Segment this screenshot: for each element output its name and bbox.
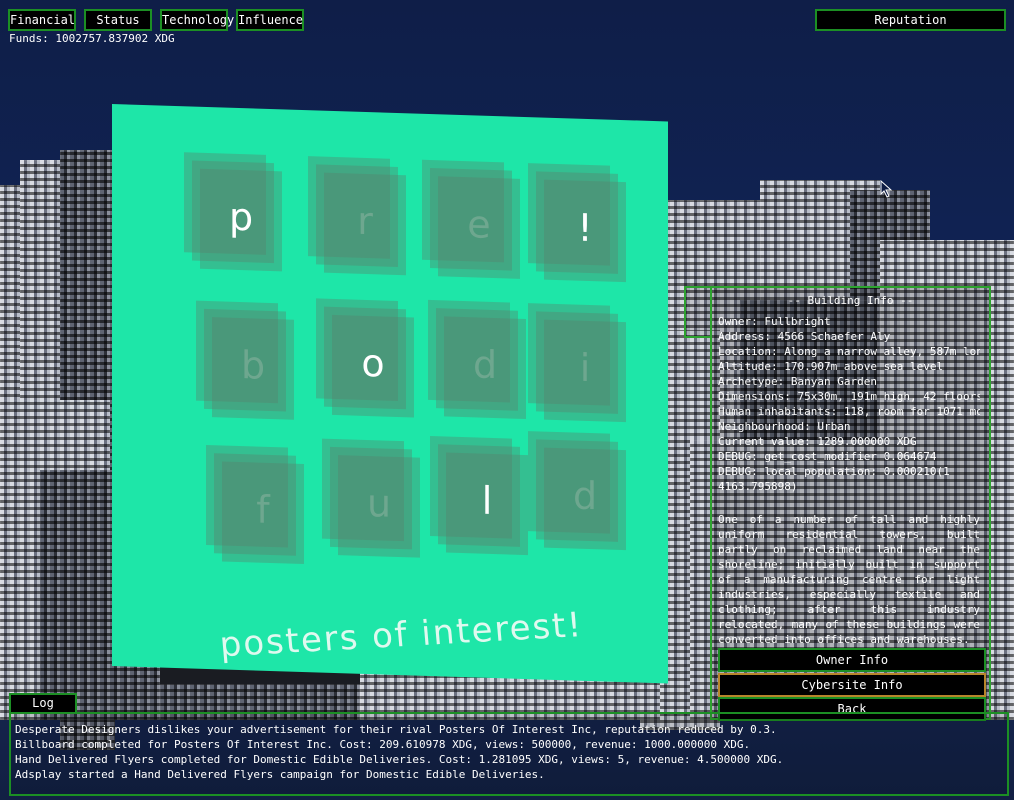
billboard-letter: i bbox=[550, 342, 620, 394]
billboard-letter: p bbox=[206, 191, 276, 243]
building-description: One of a number of tall and highly unifo… bbox=[718, 512, 980, 647]
log-message: Hand Delivered Flyers completed for Dome… bbox=[15, 752, 995, 767]
info-altitude: Altitude: 170.907m above sea level bbox=[718, 359, 980, 374]
cybersite-info-button[interactable]: Cybersite Info bbox=[718, 673, 986, 697]
info-debug-cost: DEBUG: get_cost_modifier 0.064674 bbox=[718, 449, 980, 464]
funds-readout: Funds: 1002757.837902 XDG bbox=[9, 32, 175, 45]
owner-info-button[interactable]: Owner Info bbox=[718, 648, 986, 672]
info-dimensions: Dimensions: 75x30m, 191m high, 42 floors bbox=[718, 389, 980, 404]
billboard-letter: ! bbox=[550, 202, 620, 254]
info-location: Location: Along a narrow alley, 587m lon… bbox=[718, 344, 980, 359]
billboard[interactable]: p r e ! b o d bbox=[112, 104, 668, 683]
log-messages: Desperate Designers dislikes your advert… bbox=[15, 722, 995, 782]
tab-status[interactable]: Status bbox=[84, 9, 152, 31]
billboard-tile: e bbox=[422, 160, 522, 281]
billboard-tile: d bbox=[428, 300, 528, 421]
building-info-title: -- Building Info -- bbox=[712, 294, 989, 307]
building-info-panel: -- Building Info -- Owner: Fullbright Ad… bbox=[710, 286, 991, 720]
billboard-tile: u bbox=[322, 439, 422, 560]
billboard-tile: p bbox=[184, 152, 284, 273]
info-debug-population: DEBUG: local population: 0.000210(1 bbox=[718, 464, 980, 479]
log-message: Billboard completed for Posters Of Inter… bbox=[15, 737, 995, 752]
info-current-value: Current value: 1289.000000 XDG bbox=[718, 434, 980, 449]
building-info-details: Owner: Fullbright Address: 4566 Schaefer… bbox=[718, 314, 980, 494]
info-neighbourhood: Neighbourhood: Urban bbox=[718, 419, 980, 434]
billboard-letter: r bbox=[330, 195, 400, 247]
panel-side-tab[interactable] bbox=[684, 286, 712, 338]
billboard-letter: u bbox=[344, 477, 414, 529]
billboard-tiles: p r e ! b o d bbox=[184, 152, 644, 596]
billboard-letter: f bbox=[228, 484, 298, 536]
billboard-letter: b bbox=[218, 339, 288, 391]
info-address: Address: 4566 Schaefer Aly bbox=[718, 329, 980, 344]
billboard-tile: d bbox=[528, 431, 628, 552]
billboard-tile: ! bbox=[528, 163, 628, 284]
reputation-button[interactable]: Reputation bbox=[815, 9, 1006, 31]
billboard-letter: e bbox=[444, 198, 514, 250]
mouse-cursor-icon bbox=[880, 180, 894, 198]
billboard-tile: b bbox=[196, 301, 296, 422]
log-panel: Desperate Designers dislikes your advert… bbox=[9, 712, 1009, 796]
billboard-letter: l bbox=[452, 475, 522, 527]
billboard-tile: f bbox=[206, 445, 306, 566]
info-debug-population-cont: 4163.795898) bbox=[718, 479, 980, 494]
billboard-letter: o bbox=[338, 337, 408, 389]
log-tab[interactable]: Log bbox=[9, 693, 77, 714]
billboard-tile: o bbox=[316, 298, 416, 419]
tab-technology[interactable]: Technology bbox=[160, 9, 228, 31]
log-message: Desperate Designers dislikes your advert… bbox=[15, 722, 995, 737]
billboard-tile: l bbox=[430, 436, 530, 557]
info-owner: Owner: Fullbright bbox=[718, 314, 980, 329]
log-message: Adsplay started a Hand Delivered Flyers … bbox=[15, 767, 995, 782]
billboard-tile: r bbox=[308, 156, 408, 277]
info-archetype: Archetype: Banyan Garden bbox=[718, 374, 980, 389]
tab-influence[interactable]: Influence bbox=[236, 9, 304, 31]
info-inhabitants: Human inhabitants: 118, room for 1071 mo… bbox=[718, 404, 980, 419]
billboard-tile: i bbox=[528, 303, 628, 424]
tab-financial[interactable]: Financial bbox=[8, 9, 76, 31]
billboard-slogan: posters of interest! bbox=[218, 600, 680, 666]
billboard-letter: d bbox=[450, 339, 520, 391]
billboard-letter: d bbox=[550, 470, 620, 522]
